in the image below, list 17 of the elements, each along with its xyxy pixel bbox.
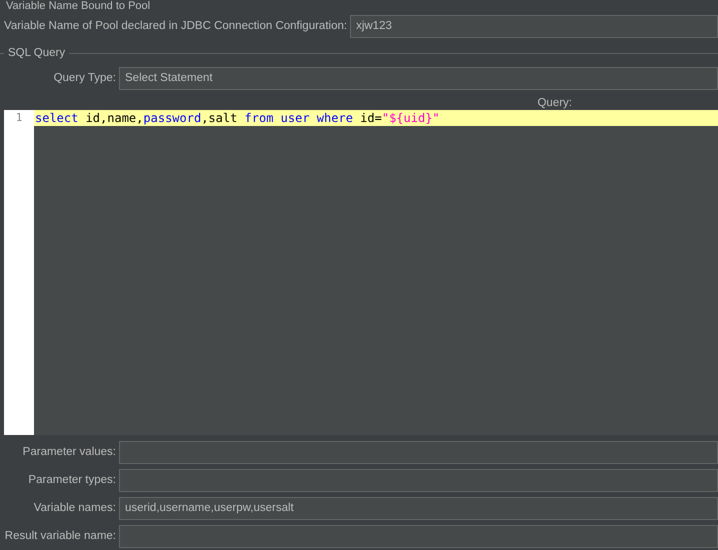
line-number: 1 (14, 110, 24, 126)
field-label: Parameter values: (22, 446, 116, 458)
field-label: Query Type: (52, 72, 116, 84)
pool-name-field[interactable]: xjw123 (350, 14, 718, 38)
code-editor[interactable]: 1 select id,name,password,salt from user where id="${uid}" (4, 110, 718, 435)
field-label: Parameter types: (27, 474, 116, 486)
section-title: Variable Name Bound to Pool (5, 0, 150, 12)
editor-label: Query: (537, 96, 572, 110)
query-type-dropdown[interactable]: Select Statement (119, 66, 718, 90)
field-label: Result variable name: (4, 530, 116, 542)
section-title: SQL Query (8, 47, 66, 59)
field-label: Variable Name of Pool declared in JDBC Connection Configuration: (4, 20, 348, 32)
text-field[interactable]: userid,username,userpw,usersalt (119, 496, 718, 520)
text-field[interactable] (119, 440, 718, 464)
field-label: Variable names: (32, 502, 116, 514)
text-field[interactable] (119, 468, 718, 492)
text-field[interactable] (119, 524, 718, 548)
